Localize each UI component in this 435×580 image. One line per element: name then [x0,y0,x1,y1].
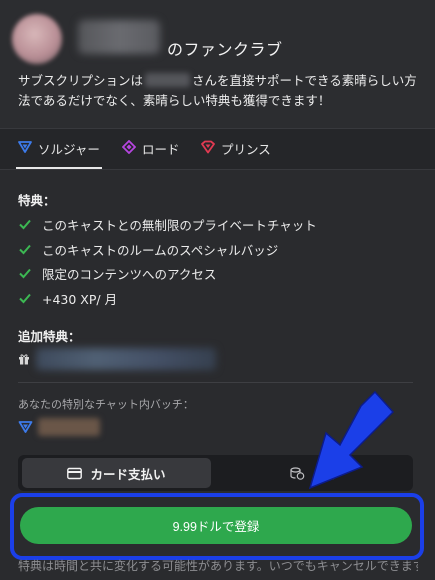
perk-label: このキャストのルームのスペシャルバッジ [42,242,279,258]
gift-icon [19,354,29,365]
redacted-cast-name [145,73,191,87]
redacted-name [78,20,160,54]
prince-tier-icon [201,140,215,154]
fanclub-title: のファンクラブ [167,40,283,59]
description-text-start: サブスクリプションは [18,73,144,88]
check-icon [19,244,31,255]
tab-soldier[interactable]: ソルジャー [16,139,102,169]
subscribe-button[interactable]: 9.99ドルで登録 [20,507,412,544]
check-icon [19,293,31,304]
check-icon [19,268,31,279]
lord-tier-icon [122,140,136,154]
perk-item: このキャストとの無制限のプライベートチャット [18,214,317,234]
avatar [12,14,62,64]
credit-card-icon [67,467,83,479]
redacted-additional-perk [36,348,216,370]
tier-tabs: ソルジャー ロード プリンス [0,128,435,170]
check-icon [19,219,31,230]
additional-perks-title: 追加特典： [18,329,81,344]
card-payment-option[interactable]: カード支払い [22,458,211,488]
redacted-badge-name [38,418,100,436]
perk-label: このキャストとの無制限のプライベートチャット [42,217,317,233]
coins-icon [290,466,305,480]
tab-lord[interactable]: ロード [122,139,180,169]
coin-payment-label: コイ [313,466,339,482]
payment-method-toggle: カード支払い コイ [18,455,413,491]
chat-badge-label: あなたの特別なチャット内バッチ： [18,398,194,411]
tab-soldier-label: ソルジャー [38,142,100,157]
perk-item: 限定のコンテンツへのアクセス [18,263,216,283]
tab-prince-label: プリンス [221,142,271,157]
subscription-description: サブスクリプションは さんを直接サポートできる素晴らしい方法であるだけでなく、素晴… [18,71,423,111]
perk-item: このキャストのルームのスペシャルバッジ [18,239,278,259]
perk-item: +430 XP/ 月 [18,288,117,308]
soldier-badge-icon [18,421,33,433]
divider [18,382,413,383]
perk-label: 限定のコンテンツへのアクセス [42,266,217,282]
tab-lord-label: ロード [142,142,180,157]
perk-label: +430 XP/ 月 [42,291,118,307]
coin-payment-option[interactable]: コイ [220,458,409,488]
perks-title: 特典： [18,193,56,208]
card-payment-label: カード支払い [90,466,166,482]
tab-prince[interactable]: プリンス [201,139,271,169]
soldier-tier-icon [18,141,32,153]
terms-footnote: 特典は時間と共に変化する可能性があります。いつでもキャンセルできます。 [18,559,418,573]
fanclub-header: のファンクラブ サブスクリプションは さんを直接サポートできる素晴らしい方法である… [0,0,435,128]
